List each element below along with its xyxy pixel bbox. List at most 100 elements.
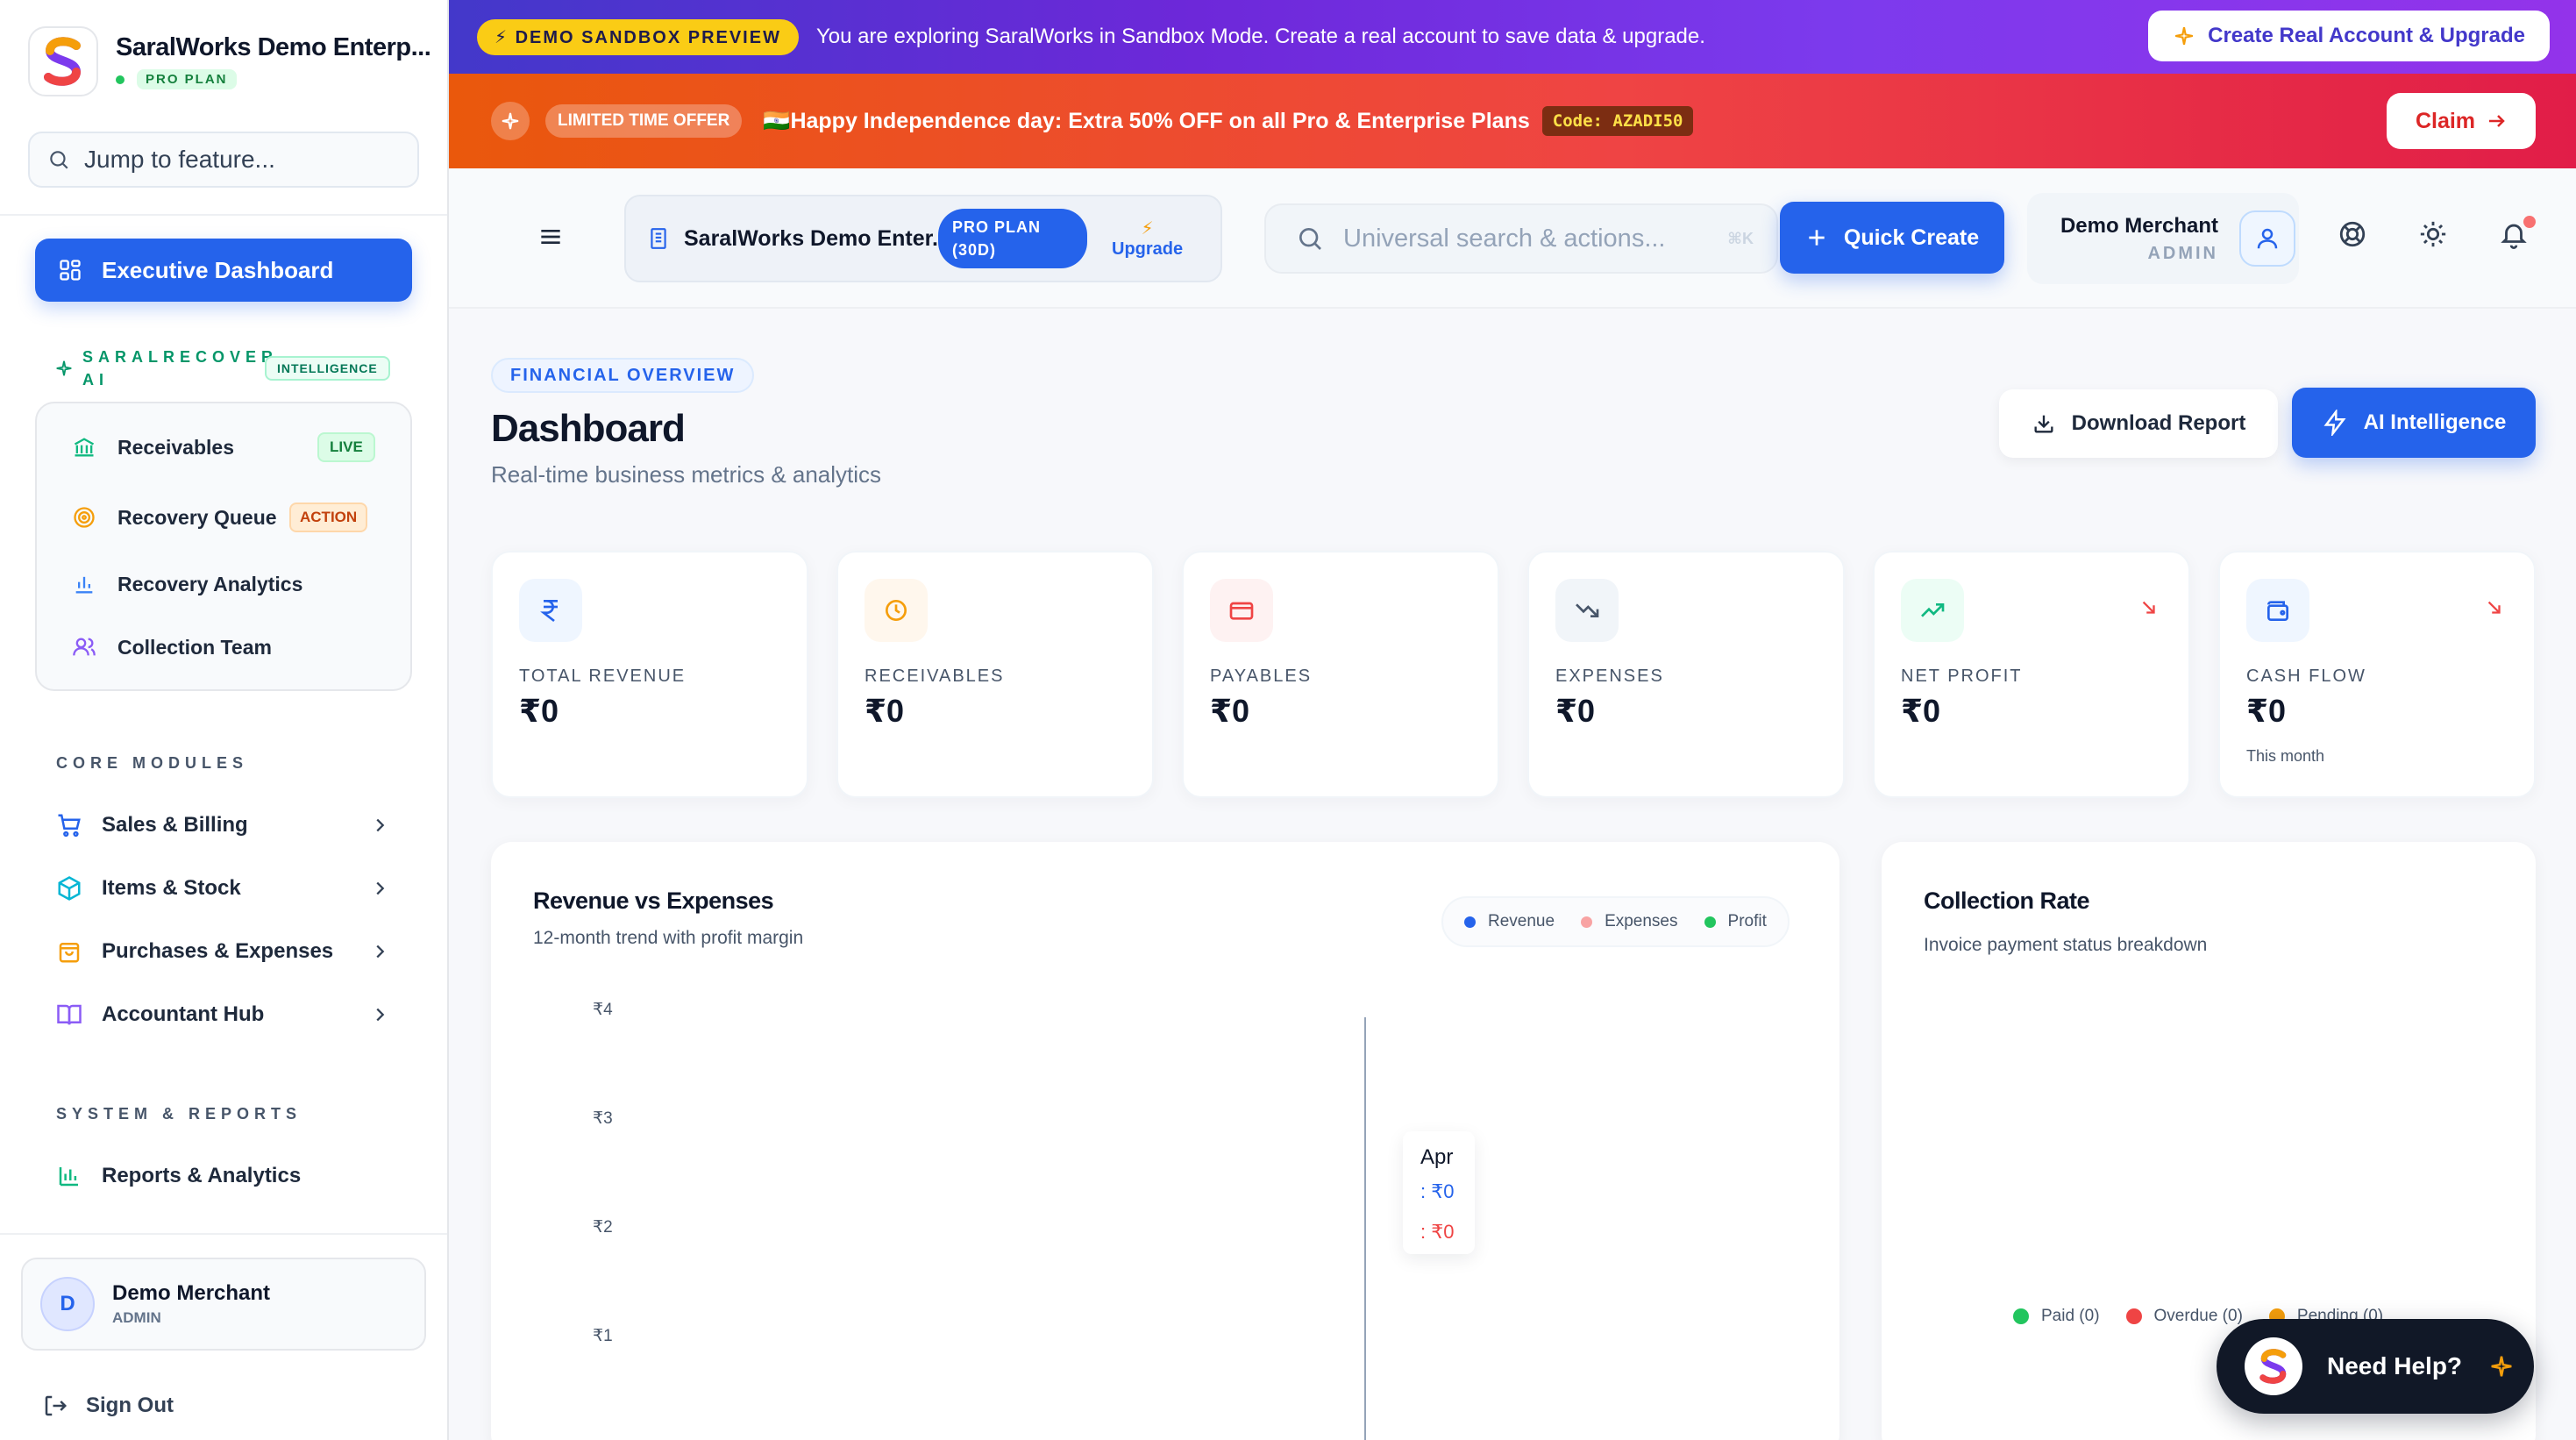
download-icon <box>2034 415 2053 433</box>
legend-dot <box>1464 916 1476 928</box>
sidebar-item-sales-billing[interactable]: Sales & Billing <box>56 812 389 838</box>
stat-card-cash-flow[interactable]: CASH FLOW ₹0 This month <box>2218 551 2536 798</box>
menu-toggle-button[interactable] <box>537 223 565 255</box>
section-title-core-modules: CORE MODULES <box>56 754 249 772</box>
chevron-right-icon <box>376 818 385 832</box>
create-account-button[interactable]: Create Real Account & Upgrade <box>2148 11 2550 61</box>
upgrade-label: Upgrade <box>1112 239 1184 259</box>
ai-intelligence-button[interactable]: AI Intelligence <box>2292 388 2536 458</box>
card-subtitle: Invoice payment status breakdown <box>1924 935 2208 955</box>
ai-intelligence-label: AI Intelligence <box>2363 410 2507 434</box>
sidebar-item-accountant-hub[interactable]: Accountant Hub <box>56 1002 389 1028</box>
legend-item-overdue[interactable]: Overdue (0) <box>2125 1307 2243 1326</box>
need-help-button[interactable]: Need Help? <box>2217 1319 2534 1414</box>
brand-logo <box>28 26 98 96</box>
demo-sandbox-badge: ⚡ DEMO SANDBOX PREVIEW <box>477 18 799 55</box>
universal-search-input[interactable]: Universal search & actions... ⌘K <box>1264 203 1778 274</box>
action-badge: ACTION <box>289 503 368 532</box>
theme-toggle-button[interactable] <box>2418 219 2448 253</box>
saralrecover-header: SARALRECOVER AI <box>54 346 279 391</box>
lifebuoy-icon <box>2339 221 2366 247</box>
sandbox-banner: ⚡ DEMO SANDBOX PREVIEW You are exploring… <box>449 0 2576 74</box>
y-tick-label: ₹4 <box>593 1001 613 1019</box>
legend-label: Overdue (0) <box>2153 1307 2243 1325</box>
chevron-right-icon <box>376 1008 385 1022</box>
top-header: SaralWorks Demo Enter... PRO PLAN (30D) … <box>449 168 2576 309</box>
y-tick-label: ₹2 <box>593 1218 613 1237</box>
plan-badge: PRO PLAN (30D) <box>938 209 1087 268</box>
legend-label: Paid (0) <box>2041 1307 2100 1325</box>
stat-label: CASH FLOW <box>2246 667 2366 686</box>
support-button[interactable] <box>2338 219 2367 253</box>
account-menu[interactable]: Demo Merchant ADMIN <box>2027 193 2299 284</box>
sidebar-item-recovery-analytics[interactable]: Recovery Analytics <box>72 572 302 596</box>
legend-item-profit[interactable]: Profit <box>1704 912 1767 931</box>
stat-value: ₹0 <box>2246 693 2287 729</box>
download-report-button[interactable]: Download Report <box>1999 389 2278 458</box>
sign-out-button[interactable]: Sign Out <box>42 1393 174 1419</box>
stat-card-receivables[interactable]: RECEIVABLES ₹0 <box>836 551 1154 798</box>
plus-icon <box>1809 230 1825 246</box>
logout-icon <box>45 1395 68 1416</box>
stat-card-net-profit[interactable]: NET PROFIT ₹0 <box>1873 551 2190 798</box>
quick-create-button[interactable]: Quick Create <box>1780 202 2004 274</box>
stat-label: TOTAL REVENUE <box>519 667 687 686</box>
upgrade-button[interactable]: ⚡ Upgrade <box>1112 217 1183 260</box>
card-title: Collection Rate <box>1924 888 2090 914</box>
sparkle-icon <box>2175 27 2194 45</box>
users-icon <box>73 638 96 656</box>
sandbox-message: You are exploring SaralWorks in Sandbox … <box>815 25 1705 48</box>
legend-label: Revenue <box>1488 912 1555 930</box>
box-icon <box>58 876 81 901</box>
sparkle-icon <box>56 360 72 376</box>
offer-code: Code: AZADI50 <box>1541 106 1694 136</box>
legend-item-revenue[interactable]: Revenue <box>1464 912 1555 931</box>
arrow-down-right-icon <box>2142 601 2155 614</box>
sidebar-item-executive-dashboard[interactable]: Executive Dashboard <box>35 239 412 302</box>
user-profile-card[interactable]: D Demo Merchant ADMIN <box>21 1258 426 1351</box>
bar-chart-icon <box>59 1167 78 1187</box>
keyboard-shortcut: ⌘K <box>1727 229 1754 247</box>
chart-title: Revenue vs Expenses <box>533 888 774 914</box>
y-tick-label: ₹1 <box>593 1327 613 1345</box>
sidebar-item-label: Recovery Analytics <box>117 572 303 595</box>
tooltip-month: Apr <box>1420 1145 1454 1169</box>
sidebar-item-reports-analytics[interactable]: Reports & Analytics <box>56 1163 389 1189</box>
create-account-label: Create Real Account & Upgrade <box>2208 24 2525 47</box>
bolt-icon: ⚡ <box>1141 219 1154 239</box>
notification-dot <box>2523 216 2536 228</box>
sidebar-item-label: Accountant Hub <box>102 1002 265 1026</box>
sidebar-item-recovery-queue[interactable]: Recovery Queue <box>72 505 277 530</box>
stat-card-expenses[interactable]: EXPENSES ₹0 <box>1527 551 1845 798</box>
feature-search-input[interactable]: Jump to feature... <box>28 132 419 188</box>
status-dot <box>116 75 125 84</box>
brand-name: SaralWorks Demo Enterp... <box>116 33 431 61</box>
stat-card-total-revenue[interactable]: TOTAL REVENUE ₹0 <box>491 551 808 798</box>
stat-card-payables[interactable]: PAYABLES ₹0 <box>1182 551 1499 798</box>
chart-legend: Revenue Expenses Profit <box>1441 896 1790 947</box>
download-report-label: Download Report <box>2071 411 2246 435</box>
sidebar-item-purchases-expenses[interactable]: Purchases & Expenses <box>56 938 389 965</box>
legend-dot <box>2013 1308 2029 1324</box>
legend-item-expenses[interactable]: Expenses <box>1581 912 1678 931</box>
legend-label: Profit <box>1727 912 1767 930</box>
building-icon <box>651 228 666 249</box>
sidebar-item-items-stock[interactable]: Items & Stock <box>56 875 389 902</box>
company-switcher[interactable]: SaralWorks Demo Enter... PRO PLAN (30D) … <box>624 195 1222 282</box>
legend-item-paid[interactable]: Paid (0) <box>2013 1307 2100 1326</box>
sidebar-item-label: Receivables <box>117 435 234 459</box>
bolt-icon <box>2323 410 2346 436</box>
limited-offer-badge: LIMITED TIME OFFER <box>545 104 743 138</box>
sidebar-item-collection-team[interactable]: Collection Team <box>72 635 272 659</box>
brand[interactable]: SaralWorks Demo Enterp... PRO PLAN <box>28 26 431 96</box>
plan-badge: PRO PLAN <box>137 69 237 89</box>
sidebar-item-receivables[interactable]: Receivables <box>72 435 234 460</box>
sun-icon <box>2420 221 2446 247</box>
section-title: SARALRECOVER AI <box>82 348 279 389</box>
bar-chart-icon <box>75 576 93 594</box>
stat-value: ₹0 <box>1555 693 1596 729</box>
tooltip-revenue: : ₹0 <box>1420 1180 1455 1202</box>
stat-label: PAYABLES <box>1210 667 1313 686</box>
hamburger-icon <box>541 230 560 244</box>
claim-button[interactable]: Claim <box>2387 93 2536 149</box>
